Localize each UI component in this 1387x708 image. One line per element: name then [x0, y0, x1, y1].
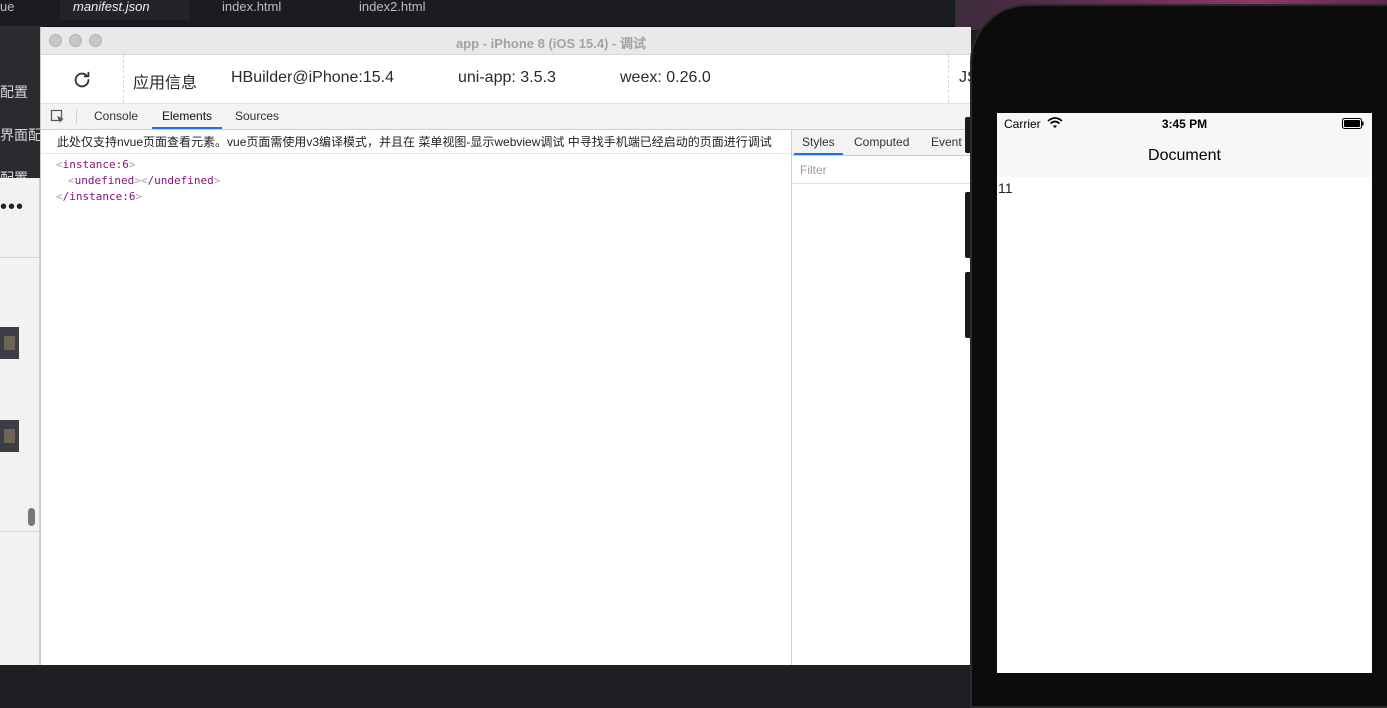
scrollbar-thumb[interactable] [28, 508, 35, 526]
tag-bracket: < [68, 174, 75, 187]
editor-tab-label: manifest.json [73, 0, 150, 14]
debugger-window: app - iPhone 8 (iOS 15.4) - 调试 应用信息 HBui… [40, 27, 978, 665]
editor-tab-label: index.html [222, 0, 282, 14]
dom-node-undefined[interactable]: <undefined></undefined> [68, 174, 220, 187]
more-icon[interactable]: ••• [0, 196, 24, 219]
inspect-element-icon[interactable] [50, 109, 66, 125]
styles-panel: Styles Computed Event L Filter [792, 130, 972, 665]
elements-panel: 此处仅支持nvue页面查看元素。vue页面需使用v3编译模式，并且在 菜单视图-… [41, 130, 792, 665]
editor-tab-bar: ue manifest.json index.html index2.html [0, 0, 960, 27]
window-title: app - iPhone 8 (iOS 15.4) - 调试 [456, 36, 646, 51]
battery-icon [1342, 118, 1364, 129]
app-info-bar: 应用信息 HBuilder@iPhone:15.4 uni-app: 3.5.3… [41, 55, 978, 104]
devtools-tab-bar: Console Elements Sources [41, 104, 971, 130]
editor-tab-manifest[interactable]: manifest.json [60, 0, 190, 20]
tab-sources[interactable]: Sources [235, 104, 279, 129]
tag-bracket: < [56, 158, 63, 171]
tab-elements[interactable]: Elements [152, 104, 223, 129]
editor-tab-label: index2.html [359, 0, 426, 14]
phone-status-bar: Carrier 3:45 PM [997, 113, 1372, 135]
phone-screen: Carrier 3:45 PM Document 11 [997, 113, 1372, 673]
refresh-icon[interactable] [71, 69, 93, 91]
tag-bracket: > [128, 158, 136, 171]
weex-version: weex: 0.26.0 [620, 69, 711, 86]
tag-bracket: > [135, 190, 143, 203]
page-content-text: 11 [998, 180, 1013, 196]
tag-name: /instance:6 [62, 190, 136, 203]
tab-styles[interactable]: Styles [794, 130, 843, 155]
tab-computed[interactable]: Computed [854, 130, 909, 155]
app-info-label: 应用信息 [133, 75, 198, 92]
tag-name: /undefined [147, 174, 214, 187]
side-menu-item[interactable]: 配置 [0, 82, 28, 102]
tab-console[interactable]: Console [94, 104, 138, 129]
dom-node-instance-close[interactable]: </instance:6> [56, 190, 142, 203]
tag-bracket: >< [134, 174, 148, 187]
styles-filter-input[interactable]: Filter [792, 156, 971, 184]
styles-tab-bar: Styles Computed Event L [792, 130, 972, 156]
editor-tab-label: ue [0, 0, 15, 14]
tag-bracket: > [213, 174, 221, 187]
nvue-notice: 此处仅支持nvue页面查看元素。vue页面需使用v3编译模式，并且在 菜单视图-… [41, 130, 791, 154]
editor-tab-partial[interactable]: ue [0, 0, 40, 20]
divider [0, 257, 39, 258]
editor-tab-index[interactable]: index.html [222, 0, 332, 20]
tag-name: undefined [74, 174, 135, 187]
page-title: Document [1148, 147, 1221, 164]
uni-app-version: uni-app: 3.5.3 [458, 69, 556, 86]
editor-tab-index2[interactable]: index2.html [359, 0, 469, 20]
status-time: 3:45 PM [1161, 117, 1208, 131]
tag-name: instance:6 [62, 158, 129, 171]
device-label: HBuilder@iPhone:15.4 [231, 69, 395, 86]
tag-bracket: < [56, 190, 63, 203]
thumbnail-image[interactable] [0, 327, 19, 359]
divider [76, 109, 77, 124]
thumbnail-image[interactable] [0, 420, 19, 452]
page-navigation-bar: Document [997, 135, 1372, 177]
divider [123, 55, 124, 103]
dom-node-instance[interactable]: <instance:6> [56, 158, 135, 171]
divider [0, 531, 39, 532]
divider [948, 55, 949, 103]
window-title-bar: app - iPhone 8 (iOS 15.4) - 调试 [41, 27, 971, 55]
